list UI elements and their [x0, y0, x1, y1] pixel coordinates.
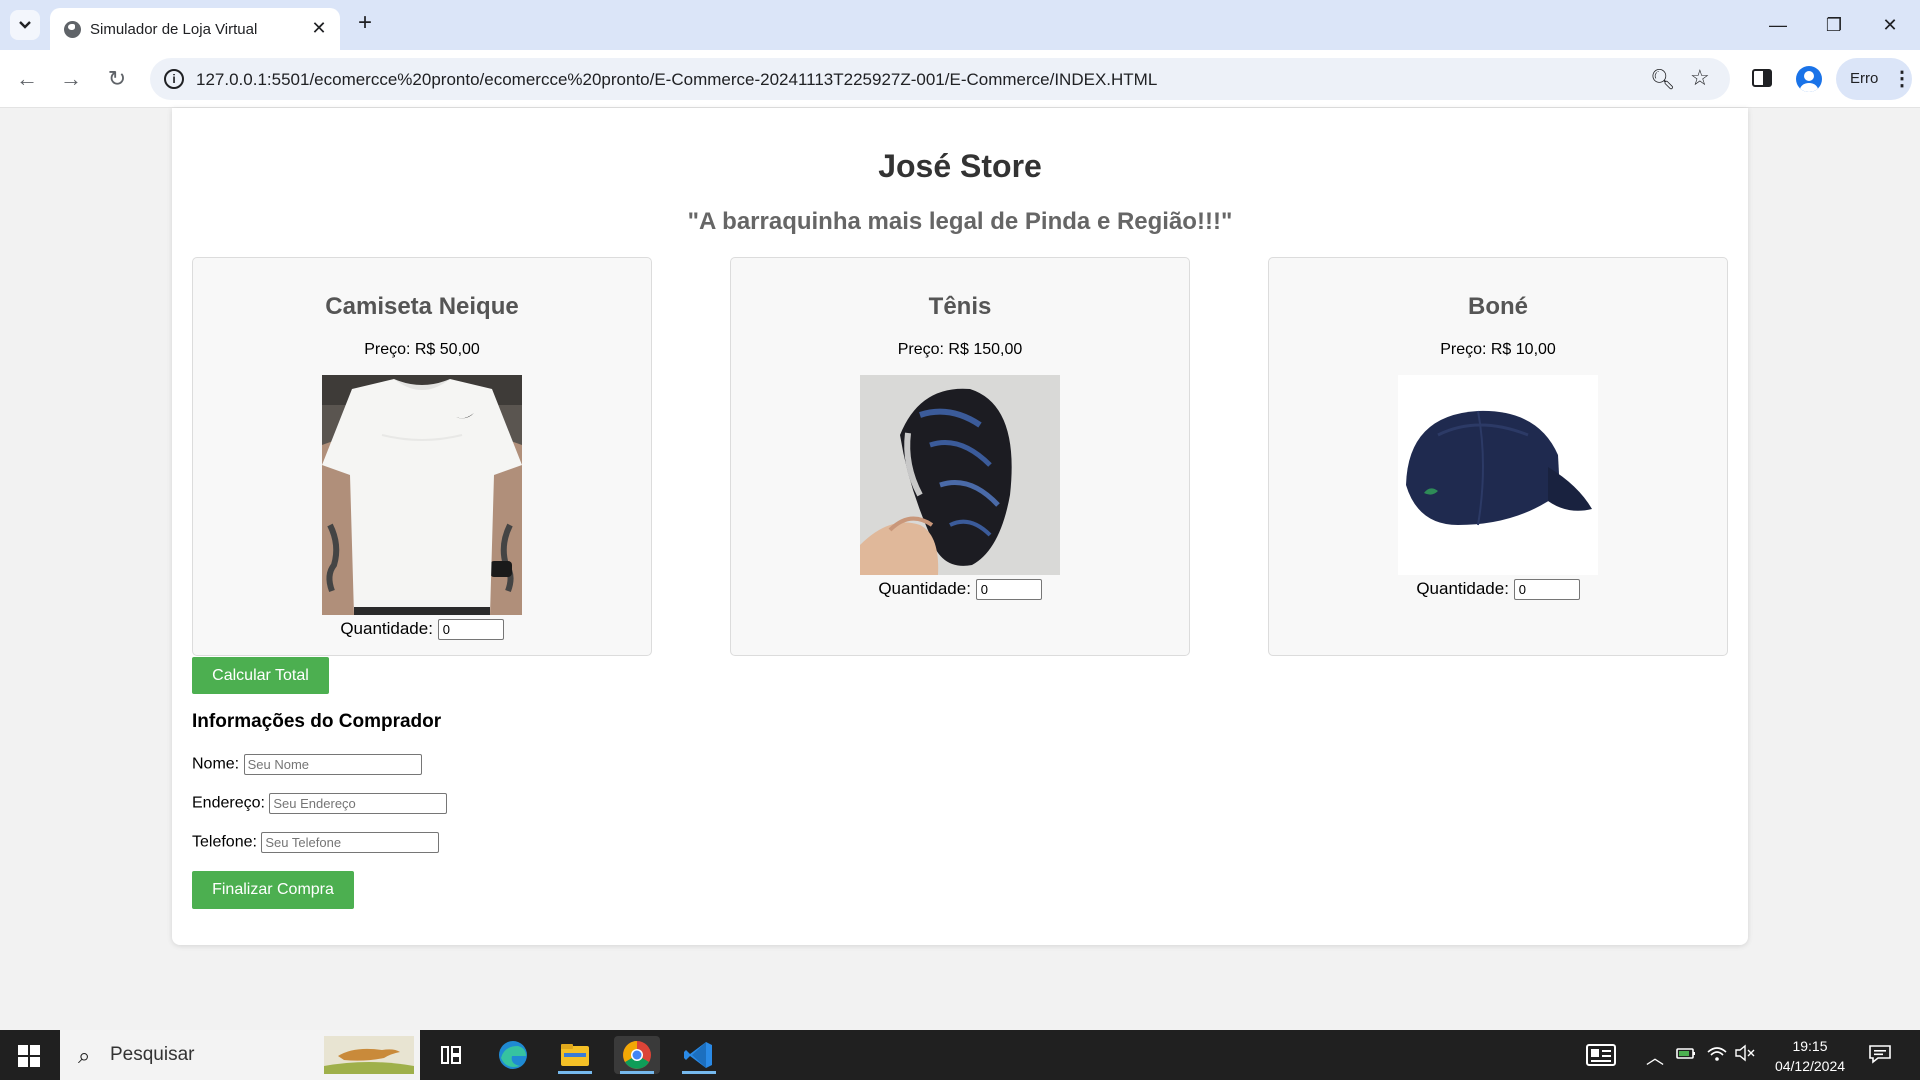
product-card-bone: Boné Preço: R$ 10,00 Quantidade: [1268, 257, 1728, 656]
close-tab-icon[interactable]: ✕ [308, 17, 330, 39]
reload-button[interactable]: ↻ [102, 64, 132, 94]
active-indicator [620, 1071, 654, 1074]
quantity-label: Quantidade: [340, 619, 433, 638]
profile-error-label: Erro [1850, 70, 1879, 87]
clock-time: 19:15 [1792, 1038, 1828, 1054]
white-tshirt-image [322, 375, 522, 615]
address-bar[interactable]: i 127.0.0.1:5501/ecomercce%20pronto/ecom… [150, 58, 1730, 100]
tab-list-button[interactable] [10, 10, 40, 40]
name-label: Nome: [192, 755, 240, 773]
taskbar-search-placeholder: Pesquisar [110, 1044, 195, 1065]
active-indicator [682, 1071, 716, 1074]
address-field-row: Endereço: [192, 793, 448, 814]
quantity-row: Quantidade: [1269, 579, 1727, 601]
chevron-up-icon[interactable]: ︿ [1646, 1044, 1664, 1070]
quantity-row: Quantidade: [193, 619, 651, 641]
quantity-input-bone[interactable] [1513, 579, 1580, 601]
kebab-menu-icon[interactable]: ⋮ [1892, 66, 1912, 91]
zoom-icon[interactable]: 🔍︎ [1650, 67, 1675, 92]
chrome-browser-icon[interactable] [614, 1036, 660, 1074]
close-window-button[interactable]: ✕ [1870, 10, 1910, 40]
product-name: Tênis [928, 293, 992, 320]
product-price: Preço: R$ 10,00 [1440, 341, 1556, 358]
black-sneaker-image [860, 375, 1060, 575]
buyer-info-title: Informações do Comprador [192, 711, 442, 732]
store-slogan: "A barraquinha mais legal de Pinda e Reg… [687, 208, 1233, 235]
address-input[interactable] [269, 793, 448, 814]
browser-tab[interactable]: Simulador de Loja Virtual ✕ [50, 8, 340, 50]
url-text[interactable]: 127.0.0.1:5501/ecomercce%20pronto/ecomer… [196, 70, 1157, 90]
product-card-camiseta: Camiseta Neique Preço: R$ 50,00 Quantida… [192, 257, 652, 656]
battery-icon[interactable] [1676, 1044, 1698, 1067]
quantity-row: Quantidade: [731, 579, 1189, 601]
task-view-icon[interactable] [428, 1036, 474, 1074]
browser-tab-bar: Simulador de Loja Virtual ✕ + — ❐ ✕ [0, 0, 1920, 50]
product-card-tenis: Tênis Preço: R$ 150,00 Quantidade: [730, 257, 1190, 656]
phone-field-row: Telefone: [192, 832, 440, 853]
new-tab-button[interactable]: + [352, 11, 378, 37]
browser-toolbar: ← → ↻ i 127.0.0.1:5501/ecomercce%20pront… [0, 50, 1920, 108]
windows-taskbar: ⌕ Pesquisar ︿ 19:15 04/12/2024 [0, 1030, 1920, 1080]
quantity-input-tenis[interactable] [975, 579, 1042, 601]
restore-button[interactable]: ❐ [1814, 10, 1854, 40]
page-viewport: José Store "A barraquinha mais legal de … [0, 108, 1920, 1030]
quantity-label: Quantidade: [878, 579, 971, 598]
profile-error-button[interactable]: Erro ⋮ [1836, 58, 1912, 100]
product-price: Preço: R$ 50,00 [364, 341, 480, 358]
active-indicator [558, 1071, 592, 1074]
search-icon: ⌕ [78, 1043, 91, 1068]
bookmark-star-icon[interactable]: ☆ [1690, 65, 1710, 91]
edge-browser-icon[interactable] [490, 1036, 536, 1074]
quantity-label: Quantidade: [1416, 579, 1509, 598]
taskbar-clock[interactable]: 19:15 04/12/2024 [1770, 1036, 1850, 1076]
back-button[interactable]: ← [12, 64, 42, 94]
minimize-button[interactable]: — [1758, 10, 1798, 40]
name-field-row: Nome: [192, 754, 422, 775]
file-explorer-icon[interactable] [552, 1036, 598, 1074]
phone-input[interactable] [261, 832, 440, 853]
windows-start-icon[interactable] [18, 1045, 40, 1067]
cheetah-search-art-icon [324, 1036, 414, 1074]
calculate-total-button[interactable]: Calcular Total [192, 657, 329, 694]
phone-label: Telefone: [192, 833, 257, 851]
name-input[interactable] [243, 754, 422, 775]
profile-avatar-icon[interactable] [1796, 66, 1822, 92]
store-container: José Store "A barraquinha mais legal de … [172, 108, 1748, 945]
address-label: Endereço: [192, 794, 265, 812]
quantity-input-camiseta[interactable] [437, 619, 504, 641]
speaker-muted-icon[interactable] [1734, 1044, 1756, 1067]
tab-title: Simulador de Loja Virtual [90, 21, 258, 38]
side-panel-icon[interactable] [1752, 69, 1772, 87]
finalize-purchase-button[interactable]: Finalizar Compra [192, 871, 354, 909]
notifications-icon[interactable] [1868, 1044, 1892, 1069]
vscode-icon[interactable] [676, 1036, 722, 1074]
product-name: Camiseta Neique [325, 293, 519, 320]
site-info-icon[interactable]: i [164, 69, 184, 89]
news-widget-icon[interactable] [1586, 1044, 1616, 1071]
forward-button[interactable]: → [56, 64, 86, 94]
navy-cap-image [1398, 375, 1598, 575]
chevron-down-icon [19, 21, 31, 29]
globe-icon [64, 21, 81, 38]
store-title: José Store [878, 148, 1042, 184]
clock-date: 04/12/2024 [1774, 1058, 1846, 1074]
product-name: Boné [1468, 293, 1528, 320]
wifi-icon[interactable] [1706, 1044, 1728, 1067]
product-price: Preço: R$ 150,00 [897, 341, 1023, 358]
taskbar-search-box[interactable]: ⌕ Pesquisar [60, 1030, 420, 1080]
